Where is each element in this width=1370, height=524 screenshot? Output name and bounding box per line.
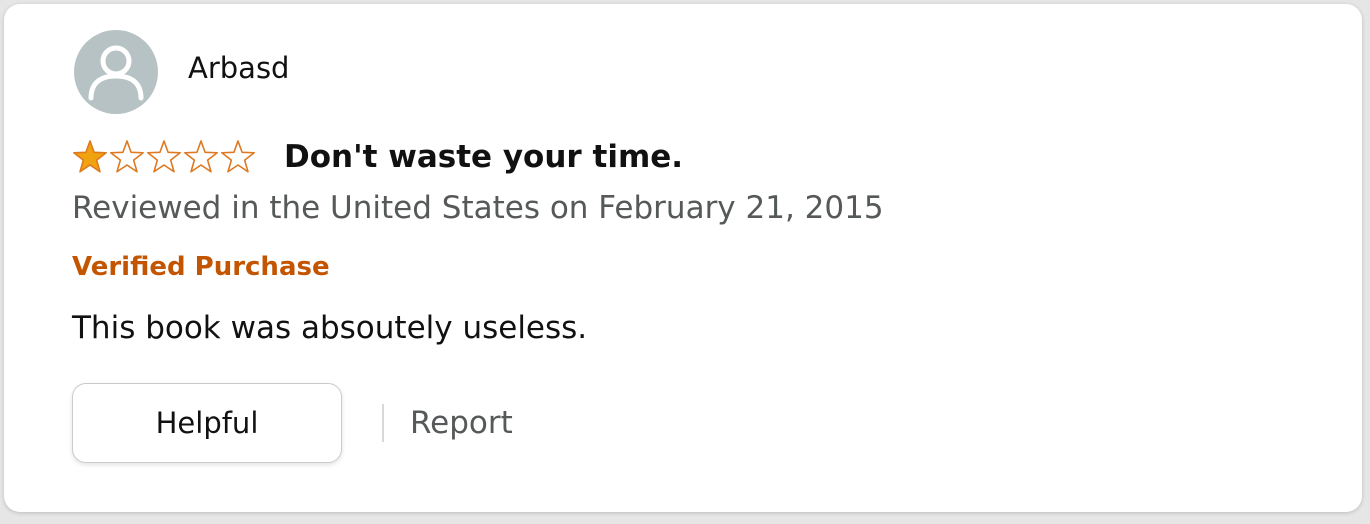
reviewer-name[interactable]: Arbasd (188, 51, 289, 85)
review-title[interactable]: Don't waste your time. (284, 139, 683, 175)
star-filled-icon (72, 139, 108, 175)
helpful-button[interactable]: Helpful (72, 383, 342, 463)
reviewer-profile[interactable]: Arbasd (74, 28, 289, 116)
avatar[interactable] (74, 30, 158, 114)
review-date-location: Reviewed in the United States on Februar… (72, 190, 884, 226)
report-link[interactable]: Report (410, 405, 513, 441)
review-card: Arbasd Don't waste your time. Reviewed i… (4, 4, 1362, 512)
star-empty-icon (220, 139, 256, 175)
star-empty-icon (146, 139, 182, 175)
action-divider (382, 404, 384, 442)
review-body: This book was absoutely useless. (72, 310, 588, 346)
user-silhouette-icon (88, 45, 144, 101)
review-actions: Helpful Report (72, 382, 513, 464)
star-empty-icon (109, 139, 145, 175)
verified-purchase-badge: Verified Purchase (72, 252, 330, 282)
star-empty-icon (183, 139, 219, 175)
star-rating[interactable] (72, 139, 256, 175)
rating-row: Don't waste your time. (72, 132, 683, 182)
